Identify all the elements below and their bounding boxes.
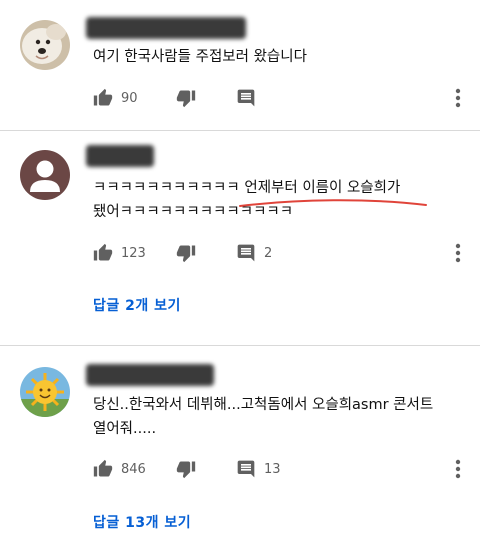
more-options-button[interactable] bbox=[454, 458, 462, 480]
view-replies-link[interactable]: 답글 2개 보기 bbox=[93, 295, 181, 315]
comment-actions: 123 2 bbox=[93, 241, 272, 265]
reply-button[interactable] bbox=[236, 88, 256, 108]
comment-text: 당신..한국와서 데뷔해...고척돔에서 오슬희asmr 콘서트 열어줘....… bbox=[93, 397, 434, 437]
dislike-icon bbox=[176, 88, 196, 108]
reply-count: 13 bbox=[264, 461, 281, 477]
reply-count: 2 bbox=[264, 245, 273, 261]
like-count: 90 bbox=[121, 90, 138, 106]
like-count: 123 bbox=[121, 245, 146, 261]
more-options-button[interactable] bbox=[454, 87, 462, 109]
like-icon bbox=[93, 243, 113, 263]
avatar[interactable] bbox=[20, 20, 70, 70]
avatar[interactable] bbox=[20, 150, 70, 200]
author-name[interactable] bbox=[86, 145, 154, 167]
reply-icon bbox=[236, 459, 256, 479]
like-icon bbox=[93, 88, 113, 108]
reply-icon bbox=[236, 88, 256, 108]
reply-button[interactable]: 13 bbox=[236, 459, 281, 479]
reply-button[interactable]: 2 bbox=[236, 243, 272, 263]
more-options-icon bbox=[454, 88, 462, 113]
author-name[interactable] bbox=[86, 17, 246, 39]
dislike-button[interactable] bbox=[176, 243, 196, 263]
comment-text: ㅋㅋㅋㅋㅋㅋㅋㅋㅋㅋㅋ 언제부터 이름이 오슬희가 됐어ㅋㅋㅋㅋㅋㅋㅋㅋㅋㅋㅋㅋ… bbox=[93, 180, 401, 220]
comment-3: 당신..한국와서 데뷔해...고척돔에서 오슬희asmr 콘서트 열어줘....… bbox=[0, 346, 480, 556]
comment-actions: 90 bbox=[93, 86, 255, 110]
like-count: 846 bbox=[121, 461, 146, 477]
comment-actions: 846 13 bbox=[93, 457, 281, 481]
dislike-button[interactable] bbox=[176, 459, 196, 479]
more-options-button[interactable] bbox=[454, 242, 462, 264]
more-options-icon bbox=[454, 243, 462, 268]
view-replies-link[interactable]: 답글 13개 보기 bbox=[93, 512, 191, 532]
author-name[interactable] bbox=[86, 364, 214, 386]
dislike-icon bbox=[176, 243, 196, 263]
dislike-icon bbox=[176, 459, 196, 479]
like-button[interactable]: 123 bbox=[93, 243, 146, 263]
comment-text: 여기 한국사람들 주접보러 왔습니다 bbox=[93, 49, 307, 65]
like-icon bbox=[93, 459, 113, 479]
comment-2: ㅋㅋㅋㅋㅋㅋㅋㅋㅋㅋㅋ 언제부터 이름이 오슬희가 됐어ㅋㅋㅋㅋㅋㅋㅋㅋㅋㅋㅋㅋ… bbox=[0, 131, 480, 344]
like-button[interactable]: 846 bbox=[93, 459, 146, 479]
more-options-icon bbox=[454, 459, 462, 484]
avatar[interactable] bbox=[20, 367, 70, 417]
like-button[interactable]: 90 bbox=[93, 88, 138, 108]
reply-icon bbox=[236, 243, 256, 263]
dislike-button[interactable] bbox=[176, 88, 196, 108]
comment-1: 여기 한국사람들 주접보러 왔습니다 90 bbox=[0, 0, 480, 130]
